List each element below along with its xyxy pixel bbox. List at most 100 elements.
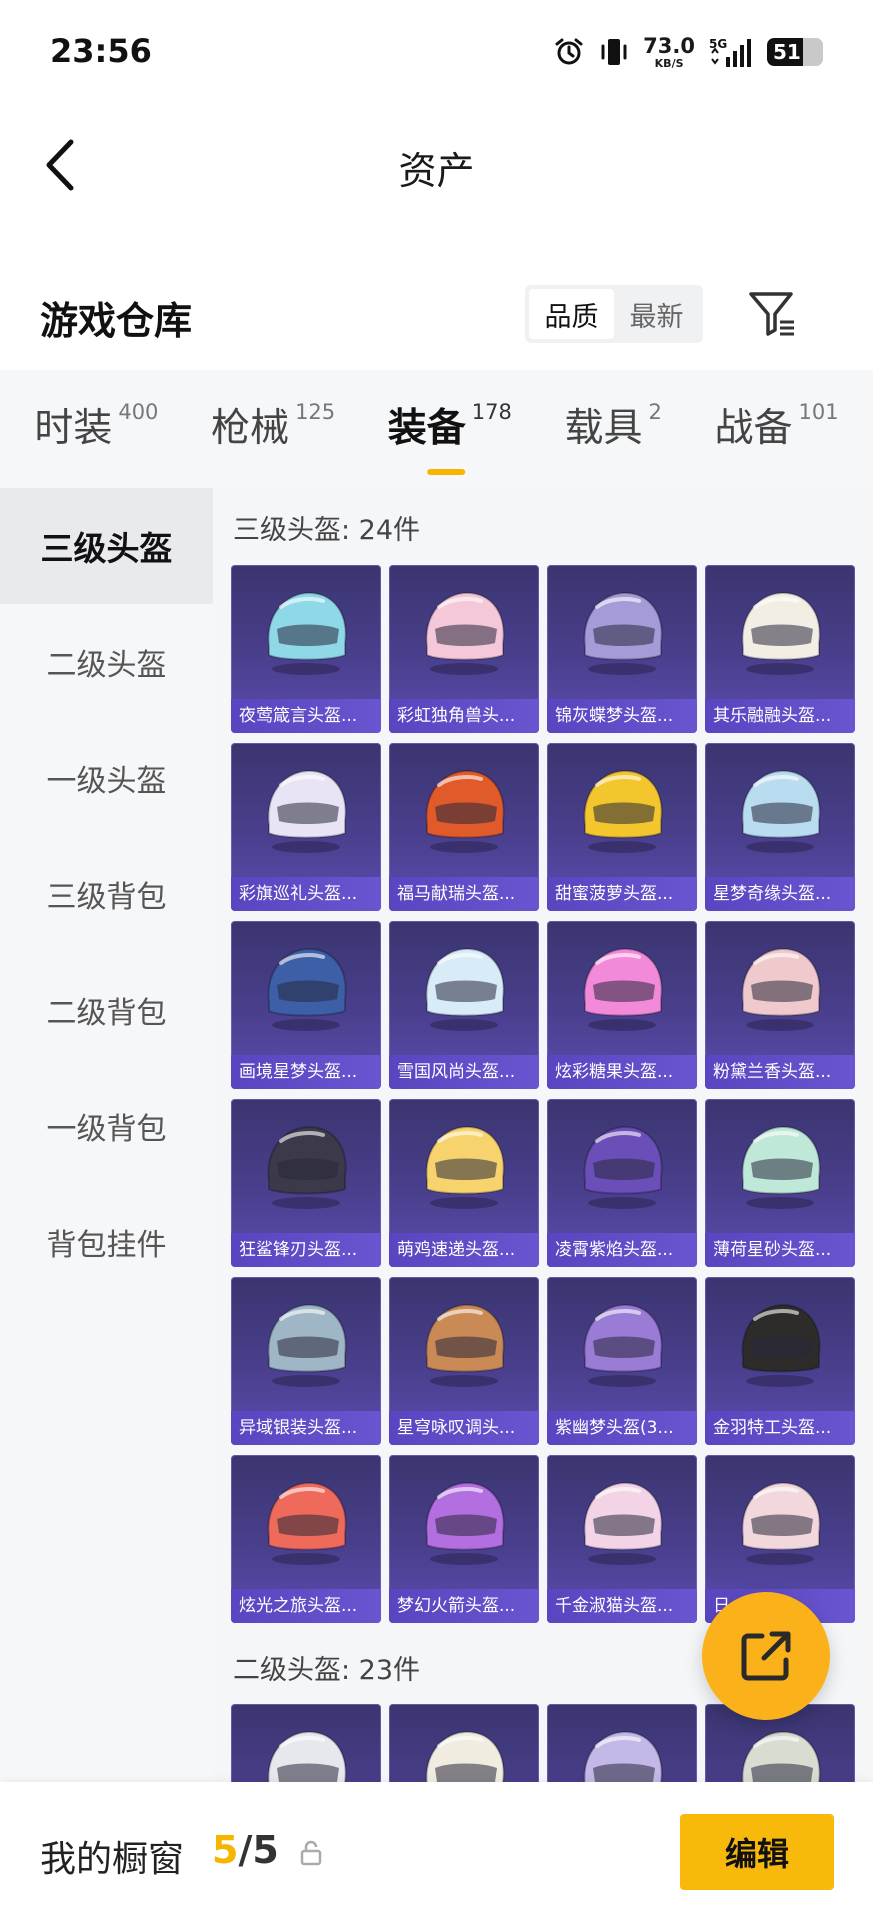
group-title: 三级头盔: 24件 [233, 515, 421, 546]
tab-label: 枪械 [211, 406, 290, 451]
item-art [231, 1099, 381, 1233]
item-art [547, 1099, 697, 1233]
item-name: 紫幽梦头盔(3... [547, 1411, 697, 1445]
item-card[interactable] [547, 1704, 697, 1782]
tab-label: 装备 [387, 406, 466, 451]
item-card[interactable]: 千金淑猫头盔... [547, 1455, 697, 1623]
item-name: 彩虹独角兽头... [389, 699, 539, 733]
net-speed: 73.0 KB/S [643, 35, 695, 69]
helmet-icon [583, 769, 663, 853]
helmet-icon [425, 1303, 505, 1387]
helmet-icon [741, 1125, 821, 1209]
item-name: 梦幻火箭头盔... [389, 1589, 539, 1623]
item-art [231, 921, 381, 1055]
item-card[interactable]: 异域银装头盔... [231, 1277, 381, 1445]
item-art [547, 1704, 697, 1782]
item-card[interactable]: 炫彩糖果头盔... [547, 921, 697, 1089]
item-art [389, 565, 539, 699]
showcase-count: 5/5 [212, 1828, 279, 1872]
item-art [231, 1277, 381, 1411]
item-name: 金羽特工头盔... [705, 1411, 855, 1445]
helmet-icon [425, 947, 505, 1031]
item-card[interactable]: 狂鲨锋刃头盔... [231, 1099, 381, 1267]
item-card[interactable]: 紫幽梦头盔(3... [547, 1277, 697, 1445]
item-name: 星穹咏叹调头... [389, 1411, 539, 1445]
tab-supplies[interactable]: 战备 101 [715, 397, 839, 461]
item-card[interactable]: 萌鸡速递头盔... [389, 1099, 539, 1267]
tab-fashion[interactable]: 时装 400 [34, 397, 158, 461]
item-art [547, 1277, 697, 1411]
item-card[interactable]: 炫光之旅头盔... [231, 1455, 381, 1623]
edit-button[interactable]: 编辑 [680, 1814, 834, 1890]
item-card[interactable]: 锦灰蝶梦头盔... [547, 565, 697, 733]
sidebar-item-level1-helmet[interactable]: 一级头盔 [0, 720, 213, 836]
item-card[interactable]: 薄荷星砂头盔... [705, 1099, 855, 1267]
item-name: 星梦奇缘头盔... [705, 877, 855, 911]
item-name: 粉黛兰香头盔... [705, 1055, 855, 1089]
item-card[interactable]: 彩旗巡礼头盔... [231, 743, 381, 911]
item-name: 狂鲨锋刃头盔... [231, 1233, 381, 1267]
item-card[interactable]: 粉黛兰香头盔... [705, 921, 855, 1089]
item-art [705, 565, 855, 699]
item-name: 萌鸡速递头盔... [389, 1233, 539, 1267]
tab-weapons[interactable]: 枪械 125 [211, 397, 335, 461]
item-card[interactable]: 彩虹独角兽头... [389, 565, 539, 733]
svg-text:5G: 5G [709, 37, 727, 51]
item-name: 千金淑猫头盔... [547, 1589, 697, 1623]
helmet-icon [741, 769, 821, 853]
item-card[interactable]: 甜蜜菠萝头盔... [547, 743, 697, 911]
sidebar-item-level2-backpack[interactable]: 二级背包 [0, 952, 213, 1068]
tab-vehicles[interactable]: 载具 2 [565, 397, 662, 461]
sidebar-item-level2-helmet[interactable]: 二级头盔 [0, 604, 213, 720]
item-card[interactable]: 星穹咏叹调头... [389, 1277, 539, 1445]
item-card[interactable]: 梦幻火箭头盔... [389, 1455, 539, 1623]
item-card[interactable]: 夜莺箴言头盔... [231, 565, 381, 733]
section-row: 游戏仓库 品质 最新 [0, 265, 873, 365]
page-title: 资产 [398, 149, 475, 193]
sidebar-item-level3-backpack[interactable]: 三级背包 [0, 836, 213, 952]
tab-equipment[interactable]: 装备 178 [387, 397, 512, 475]
item-art [547, 921, 697, 1055]
sidebar-item-backpack-charm[interactable]: 背包挂件 [0, 1184, 213, 1300]
item-name: 其乐融融头盔... [705, 699, 855, 733]
helmet-icon [583, 1125, 663, 1209]
status-bar: 23:56 73.0 KB/S 5G 51 [0, 0, 873, 100]
tab-underline [427, 469, 466, 475]
item-card[interactable]: 金羽特工头盔... [705, 1277, 855, 1445]
item-card[interactable]: 福马献瑞头盔... [389, 743, 539, 911]
helmet-icon [267, 1303, 347, 1387]
item-card[interactable]: 凌霄紫焰头盔... [547, 1099, 697, 1267]
item-art [389, 1455, 539, 1589]
item-card[interactable]: 雪国风尚头盔... [389, 921, 539, 1089]
helmet-icon [425, 1481, 505, 1565]
helmet-icon [267, 947, 347, 1031]
sort-quality-option[interactable]: 品质 [529, 289, 614, 339]
share-button[interactable] [702, 1592, 830, 1720]
item-card[interactable]: 画境星梦头盔... [231, 921, 381, 1089]
sort-newest-option[interactable]: 最新 [614, 289, 699, 339]
item-card[interactable] [231, 1704, 381, 1782]
item-art [705, 1277, 855, 1411]
item-art [705, 921, 855, 1055]
item-art [231, 565, 381, 699]
status-icons: 73.0 KB/S 5G 51 [553, 30, 823, 74]
item-art [389, 1099, 539, 1233]
sidebar-item-level1-backpack[interactable]: 一级背包 [0, 1068, 213, 1184]
filter-button[interactable] [746, 287, 800, 341]
tab-count: 178 [471, 400, 512, 424]
tab-count: 125 [295, 400, 336, 424]
helmet-icon [583, 1730, 663, 1782]
item-card[interactable] [389, 1704, 539, 1782]
item-card[interactable]: 星梦奇缘头盔... [705, 743, 855, 911]
helmet-icon [267, 1481, 347, 1565]
item-grid-level3: 夜莺箴言头盔... 彩虹独角兽头... 锦灰蝶梦头盔... 其乐融融头盔... 彩旗巡礼… [231, 565, 861, 1623]
item-content[interactable]: 三级头盔: 24件 夜莺箴言头盔... 彩虹独角兽头... 锦灰蝶梦头盔... 其乐融… [213, 488, 873, 1782]
helmet-icon [583, 947, 663, 1031]
showcase-used: 5 [212, 1828, 239, 1872]
item-name: 凌霄紫焰头盔... [547, 1233, 697, 1267]
section-title: 游戏仓库 [40, 299, 193, 343]
item-card[interactable]: 其乐融融头盔... [705, 565, 855, 733]
sidebar-item-level3-helmet[interactable]: 三级头盔 [0, 488, 213, 604]
showcase-label: 我的橱窗 [40, 1839, 185, 1880]
item-art [705, 743, 855, 877]
